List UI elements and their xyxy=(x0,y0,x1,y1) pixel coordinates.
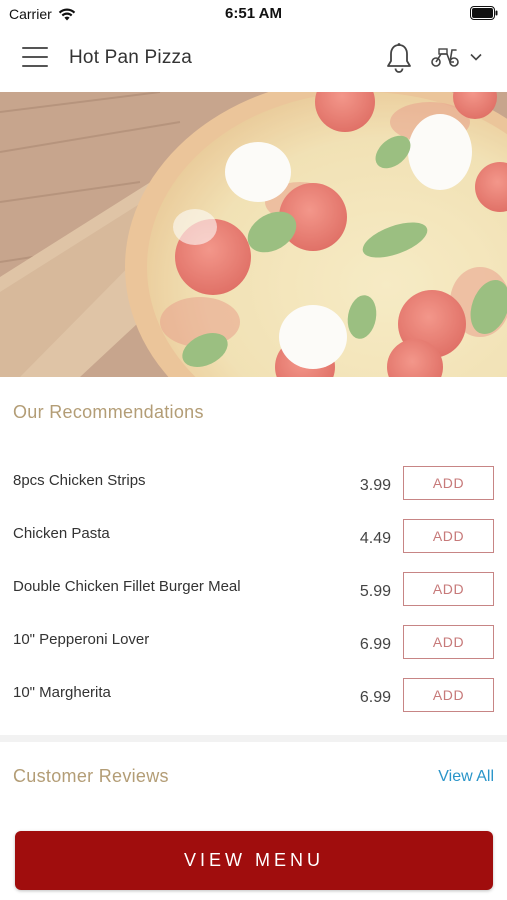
reviews-section: Customer Reviews View All xyxy=(0,742,507,822)
item-price: 6.99 xyxy=(359,636,391,653)
add-button[interactable]: ADD xyxy=(403,572,494,606)
app-title: Hot Pan Pizza xyxy=(69,47,192,68)
app-header: Hot Pan Pizza xyxy=(0,28,507,92)
list-item: 8pcs Chicken Strips 3.99 ADD xyxy=(0,466,507,519)
clock: 6:51 AM xyxy=(225,5,282,22)
item-name: 8pcs Chicken Strips xyxy=(13,472,146,489)
hero-pizza-image xyxy=(0,92,507,377)
list-item: 10" Pepperoni Lover 6.99 ADD xyxy=(0,625,507,678)
item-price: 4.49 xyxy=(359,530,391,547)
list-item: Double Chicken Fillet Burger Meal 5.99 A… xyxy=(0,572,507,625)
add-button[interactable]: ADD xyxy=(403,466,494,500)
item-name: 10" Margherita xyxy=(13,684,111,701)
status-bar: Carrier 6:51 AM xyxy=(0,0,507,28)
bell-icon[interactable] xyxy=(384,42,414,79)
item-price: 5.99 xyxy=(359,583,391,600)
item-name: Chicken Pasta xyxy=(13,525,110,542)
list-item: 10" Margherita 6.99 ADD xyxy=(0,678,507,731)
reviews-title: Customer Reviews xyxy=(13,766,169,786)
item-price: 3.99 xyxy=(359,477,391,494)
chevron-down-icon[interactable] xyxy=(470,53,482,61)
order-mode-selector[interactable] xyxy=(430,46,482,68)
item-price: 6.99 xyxy=(359,689,391,706)
add-button[interactable]: ADD xyxy=(403,519,494,553)
recommendations-title: Our Recommendations xyxy=(13,402,204,422)
battery-icon xyxy=(470,6,498,25)
view-all-link[interactable]: View All xyxy=(438,768,494,786)
add-button[interactable]: ADD xyxy=(403,678,494,712)
item-name: Double Chicken Fillet Burger Meal xyxy=(13,578,241,595)
view-menu-button[interactable]: VIEW MENU xyxy=(15,831,493,890)
recommendations-section: Our Recommendations 8pcs Chicken Strips … xyxy=(0,377,507,735)
scooter-icon xyxy=(431,48,459,67)
item-name: 10" Pepperoni Lover xyxy=(13,631,150,648)
add-button[interactable]: ADD xyxy=(403,625,494,659)
list-item: Chicken Pasta 4.49 ADD xyxy=(0,519,507,572)
section-divider xyxy=(0,735,507,742)
hamburger-menu-icon[interactable] xyxy=(22,47,48,71)
